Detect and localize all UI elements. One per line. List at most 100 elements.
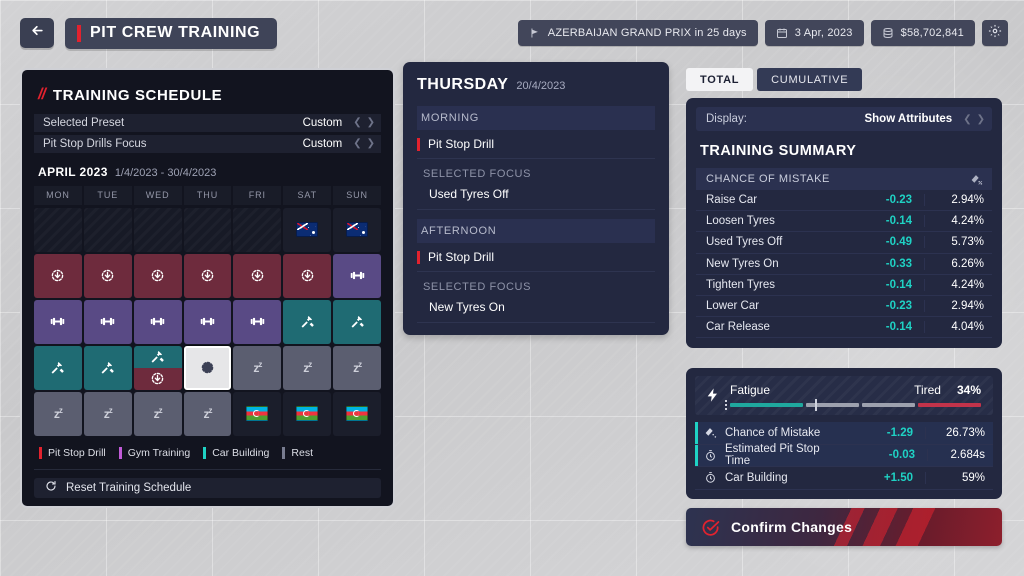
summary-table-header-label: CHANCE OF MISTAKE	[706, 173, 830, 185]
fatigue-row-value: 26.73%	[925, 426, 993, 439]
top-header: PIT CREW TRAINING AZERBAIJAN GRAND PRIX …	[20, 17, 1008, 49]
pit-stop-drills-focus-row[interactable]: Pit Stop Drills Focus Custom ❮ ❯	[34, 134, 381, 153]
back-button[interactable]	[20, 18, 54, 48]
calendar-cell-split[interactable]	[133, 345, 182, 390]
page-title-label: PIT CREW TRAINING	[90, 24, 261, 41]
title-accent-bar	[77, 24, 81, 42]
calendar-cell-gym[interactable]	[233, 299, 282, 344]
session-activity-swatch	[417, 250, 420, 264]
fatigue-row-value: 2.684s	[927, 449, 993, 462]
fatigue-meter: Fatigue Tired 34%	[695, 376, 993, 415]
session-block: MORNING Pit Stop Drill SELECTED FOCUS Used …	[417, 106, 655, 219]
fatigue-bar	[725, 399, 981, 411]
summary-row-value: 4.24%	[924, 215, 992, 228]
day-of-week-wed: WED	[133, 185, 182, 205]
settings-button[interactable]	[982, 20, 1008, 46]
calendar-cell-half-bottom[interactable]	[133, 367, 182, 390]
calendar-cell-car[interactable]	[34, 345, 82, 390]
schedule-panel-title: // TRAINING SCHEDULE	[34, 80, 381, 114]
calendar-cell-race-au[interactable]	[283, 207, 332, 252]
focus-prev-button[interactable]: ❮	[353, 138, 361, 149]
calendar-cell-rest[interactable]: zz	[283, 345, 332, 390]
calendar-cell-rest[interactable]: zz	[133, 391, 182, 436]
session-focus-value[interactable]: New Tyres On	[417, 299, 655, 323]
money-chip[interactable]: $58,702,841	[870, 20, 975, 46]
summary-title: TRAINING SUMMARY	[700, 143, 857, 159]
calendar-cell-race-az[interactable]	[283, 391, 332, 436]
calendar-cell-gym[interactable]	[333, 253, 381, 298]
reset-training-schedule-button[interactable]: Reset Training Schedule	[34, 477, 381, 498]
calendar-cell-car[interactable]	[333, 299, 381, 344]
calendar-cell-pit[interactable]	[34, 253, 82, 298]
preset-prev-button[interactable]: ❮	[353, 117, 361, 128]
session-activity-label: Pit Stop Drill	[428, 137, 495, 151]
session-focus-value[interactable]: Used Tyres Off	[417, 186, 655, 210]
calendar-cell-pit[interactable]	[233, 253, 282, 298]
display-selector-row[interactable]: Display: Show Attributes ❮ ❯	[696, 107, 992, 131]
calendar-cell-pit[interactable]	[83, 253, 132, 298]
day-detail-panel: THURSDAY 20/4/2023 MORNING Pit Stop Drill…	[403, 62, 669, 335]
summary-row-delta: -0.33	[885, 257, 912, 270]
tab-total[interactable]: TOTAL	[686, 68, 754, 91]
calendar-cell-race-au[interactable]	[333, 207, 381, 252]
session-activity-row[interactable]: Pit Stop Drill	[417, 243, 655, 272]
legend-item: Rest	[282, 446, 313, 459]
day-of-week-fri: FRI	[233, 185, 282, 205]
summary-row-delta: -0.14	[885, 321, 912, 334]
calendar-cell-gym[interactable]	[83, 299, 132, 344]
fatigue-percent: 34%	[956, 383, 981, 397]
flag-az-icon	[246, 406, 269, 422]
calendar-cell-pit[interactable]	[283, 253, 332, 298]
summary-row-name: Raise Car	[706, 194, 758, 207]
rest-icon: zz	[103, 406, 113, 422]
display-next-button[interactable]: ❯	[977, 114, 985, 125]
calendar-cell-pit[interactable]	[183, 253, 232, 298]
car-building-icon	[99, 359, 116, 376]
month-label: APRIL 2023	[38, 164, 108, 179]
summary-row: Tighten Tyres -0.14 4.24%	[696, 275, 992, 296]
legend-label: Car Building	[212, 446, 270, 459]
calendar-cell-pit[interactable]	[133, 253, 182, 298]
fatigue-row-value: 59%	[925, 471, 993, 484]
training-summary-panel: Display: Show Attributes ❮ ❯ TRAINING SU…	[686, 98, 1002, 349]
calendar-cell-race-az[interactable]	[233, 391, 282, 436]
focus-next-button[interactable]: ❯	[367, 138, 375, 149]
session-period-label: AFTERNOON	[417, 219, 655, 243]
summary-row-name: Tighten Tyres	[706, 278, 776, 291]
summary-row-delta: -0.23	[885, 194, 912, 207]
next-race-chip[interactable]: AZERBAIJAN GRAND PRIX in 25 days	[517, 20, 758, 46]
date-chip[interactable]: 3 Apr, 2023	[764, 20, 864, 46]
calendar-cell-rest[interactable]: zz	[183, 391, 232, 436]
calendar-cell-rest[interactable]: zz	[333, 345, 381, 390]
pit-stop-drill-icon	[49, 267, 66, 284]
calendar-cell-car[interactable]	[83, 345, 132, 390]
calendar-cell-gym[interactable]	[133, 299, 182, 344]
calendar-cell-half-top[interactable]	[133, 345, 182, 368]
preset-next-button[interactable]: ❯	[367, 117, 375, 128]
tab-cumulative[interactable]: CUMULATIVE	[757, 68, 863, 91]
fatigue-effect-row: Estimated Pit Stop Time -0.03 2.684s	[695, 443, 993, 467]
calendar-cell-rest[interactable]: zz	[83, 391, 132, 436]
confirm-changes-button[interactable]: Confirm Changes	[686, 508, 1002, 546]
summary-row-name: Loosen Tyres	[706, 215, 775, 228]
calendar-cell-rest[interactable]: zz	[233, 345, 282, 390]
display-prev-button[interactable]: ❮	[963, 114, 971, 125]
session-activity-row[interactable]: Pit Stop Drill	[417, 130, 655, 159]
day-of-week-sat: SAT	[283, 185, 332, 205]
month-range-label: 1/4/2023 - 30/4/2023	[114, 166, 217, 179]
calendar-cell-rest[interactable]: zz	[34, 391, 82, 436]
fatigue-status: Tired	[914, 383, 941, 397]
session-activity-swatch	[417, 137, 420, 151]
selected-preset-row[interactable]: Selected Preset Custom ❮ ❯	[34, 114, 381, 132]
day-of-week-thu: THU	[183, 185, 232, 205]
calendar-cell-gym[interactable]	[34, 299, 82, 344]
calendar-cell-gym[interactable]	[183, 299, 232, 344]
refresh-icon	[45, 480, 57, 495]
calendar-cell-race-az[interactable]	[333, 391, 381, 436]
calendar-cell-car[interactable]	[283, 299, 332, 344]
rest-icon: zz	[53, 406, 63, 422]
header-status-chips: AZERBAIJAN GRAND PRIX in 25 days 3 Apr, …	[517, 20, 1008, 46]
car-building-icon	[349, 313, 366, 330]
training-schedule-panel: // TRAINING SCHEDULE Selected Preset Cus…	[20, 68, 395, 508]
calendar-cell-pit-selected[interactable]	[183, 345, 232, 390]
